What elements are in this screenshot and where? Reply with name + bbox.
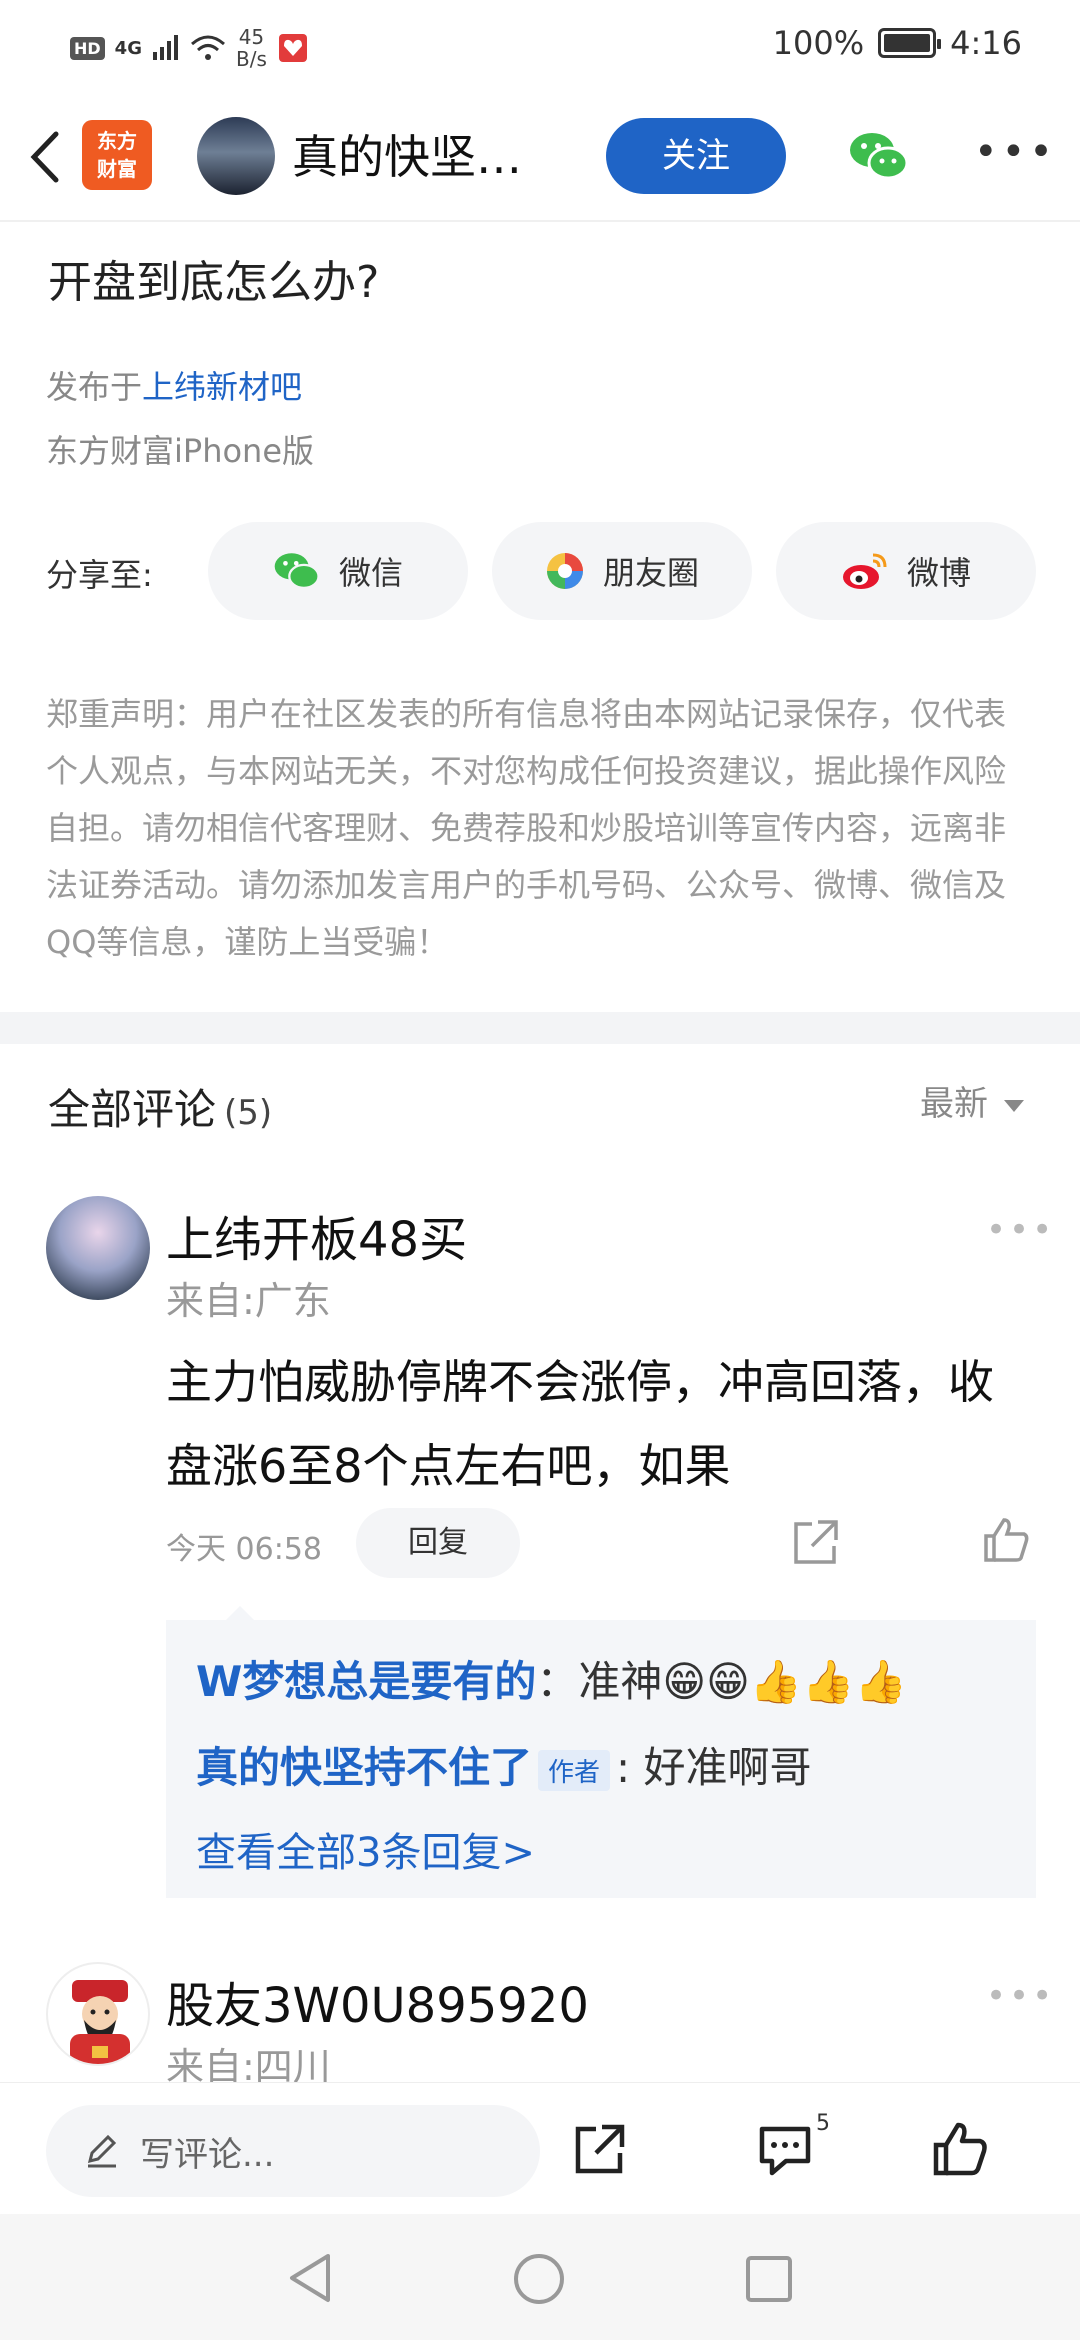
comment-count-badge: 5 — [816, 2111, 830, 2136]
post-source: 东方财富iPhone版 — [46, 432, 315, 470]
app-notification-icon — [278, 34, 307, 62]
battery-percent: 100% — [772, 24, 865, 62]
replies-box: W梦想总是要有的：准神😁😁👍👍👍 真的快坚持不住了 作者: 好准啊哥 查看全部3条… — [166, 1606, 1036, 1898]
network-rate: 45 B/s — [235, 25, 267, 71]
more-options-icon[interactable]: ••• — [974, 132, 1057, 172]
author-tag: 作者 — [538, 1750, 611, 1791]
section-divider — [0, 1012, 1080, 1044]
comments-header: 全部评论 (5) — [48, 1085, 273, 1134]
forum-link[interactable]: 上纬新材吧 — [142, 368, 302, 406]
author-avatar[interactable] — [197, 117, 275, 195]
share-label: 分享至: — [46, 556, 153, 594]
wechat-icon — [274, 553, 320, 590]
comment-more-icon[interactable]: ••• — [986, 1210, 1055, 1250]
moments-icon — [546, 553, 583, 589]
share-icon[interactable] — [790, 1516, 842, 1568]
published-in: 发布于上纬新材吧 — [46, 368, 303, 406]
share-moments-button[interactable]: 朋友圈 — [492, 522, 752, 620]
reply-author[interactable]: W梦想总是要有的 — [196, 1657, 536, 1706]
reply-item[interactable]: 真的快坚持不住了 作者: 好准啊哥 — [196, 1734, 812, 1795]
commenter-name[interactable]: 上纬开板48买 — [166, 1200, 467, 1270]
reply-item[interactable]: W梦想总是要有的：准神😁😁👍👍👍 — [196, 1648, 907, 1709]
caret-down-icon — [1004, 1099, 1024, 1112]
comment-more-icon[interactable]: ••• — [986, 1976, 1055, 2016]
share-wechat-button[interactable]: 微信 — [208, 522, 468, 620]
status-right: 100% 4:16 — [773, 24, 1022, 62]
hd-indicator: HD — [70, 36, 105, 60]
wifi-icon — [190, 35, 225, 60]
comment-text: 主力怕威胁停牌不会涨停，冲高回落，收盘涨6至8个点左右吧，如果 — [166, 1355, 994, 1493]
commenter-avatar[interactable] — [46, 1196, 150, 1300]
system-navigation-bar — [0, 2214, 1080, 2340]
signal-indicator: 4G — [114, 37, 142, 59]
sort-dropdown[interactable]: 最新 — [920, 1076, 1024, 1125]
write-comment-input[interactable]: 写评论... — [46, 2105, 540, 2197]
pencil-icon — [87, 2134, 117, 2168]
reply-author[interactable]: 真的快坚持不住了 — [196, 1743, 532, 1792]
reply-text: ：准神😁😁👍👍👍 — [536, 1657, 907, 1706]
commenter-name[interactable]: 股友3W0U895920 — [166, 1966, 589, 2036]
reply-button[interactable]: 回复 — [356, 1508, 520, 1578]
nav-home-icon[interactable] — [512, 2252, 566, 2306]
signal-bars-icon — [152, 35, 178, 60]
share-weibo-button[interactable]: 微博 — [776, 522, 1036, 620]
comment-time: 今天 06:58 — [166, 1532, 322, 1567]
follow-button[interactable]: 关注 — [606, 118, 786, 194]
author-name[interactable]: 真的快坚… — [292, 122, 522, 192]
share-icon[interactable] — [572, 2121, 628, 2177]
god-of-wealth-avatar-icon — [70, 1980, 130, 2064]
like-icon[interactable] — [930, 2119, 990, 2179]
top-nav-bar: 东方 财富 真的快坚… 关注 ••• — [0, 92, 1080, 222]
comment-icon[interactable] — [756, 2121, 814, 2179]
commenter-location: 来自:广东 — [166, 1279, 331, 1323]
battery-icon — [878, 28, 942, 58]
back-button[interactable] — [24, 122, 72, 192]
view-all-replies-link[interactable]: 查看全部3条回复> — [196, 1820, 535, 1878]
clock: 4:16 — [950, 24, 1022, 62]
status-bar: HD 4G 45 B/s 100% 4:16 — [0, 0, 1080, 92]
disclaimer-text: 郑重声明：用户在社区发表的所有信息将由本网站记录保存，仅代表个人观点，与本网站无… — [46, 695, 1007, 961]
chevron-left-icon — [30, 131, 59, 183]
weibo-icon — [842, 553, 887, 589]
commenter-avatar[interactable] — [46, 1962, 150, 2066]
app-logo[interactable]: 东方 财富 — [82, 120, 152, 190]
status-left: HD 4G 45 B/s — [70, 26, 309, 70]
nav-recents-icon[interactable] — [744, 2254, 794, 2304]
wechat-icon[interactable] — [848, 130, 910, 182]
nav-back-icon[interactable] — [286, 2252, 334, 2304]
reply-text: : 好准啊哥 — [616, 1743, 812, 1792]
post-title: 开盘到底怎么办? — [48, 257, 380, 308]
bottom-action-bar: 写评论... 5 — [0, 2082, 1080, 2214]
like-icon[interactable] — [980, 1514, 1032, 1566]
